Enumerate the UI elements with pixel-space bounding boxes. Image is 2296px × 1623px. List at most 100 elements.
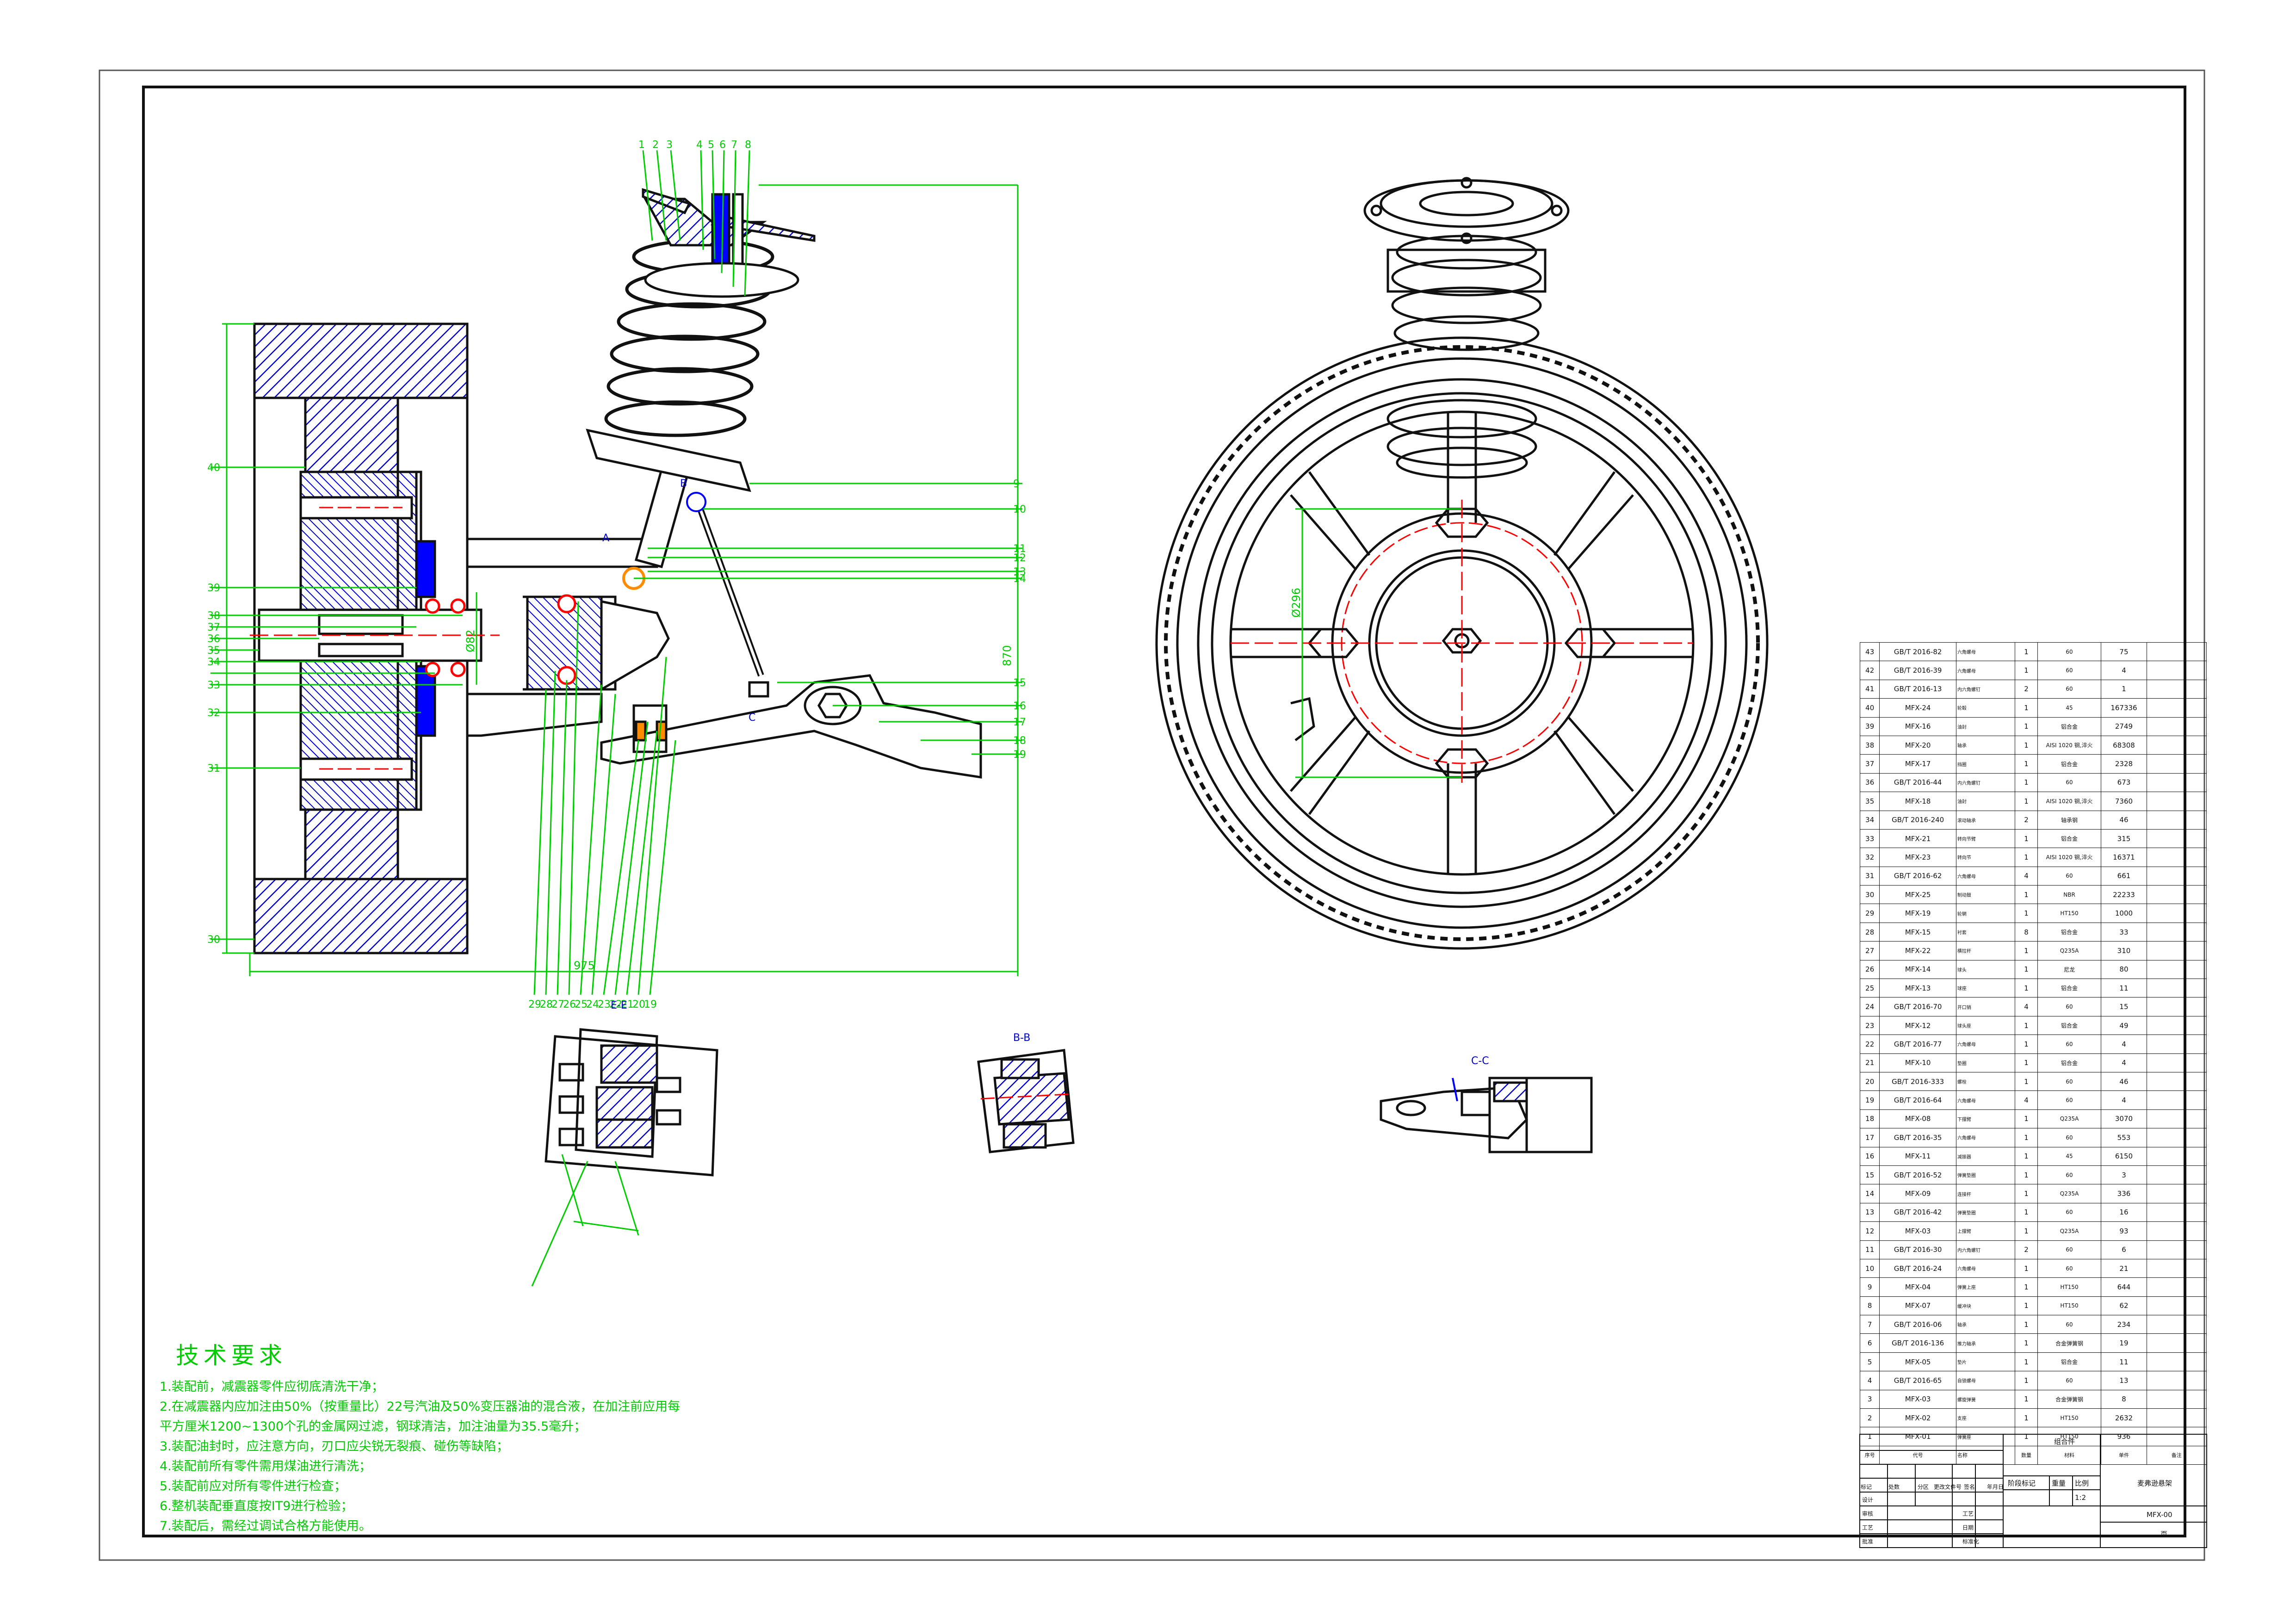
- bom-cell: 球头: [1956, 960, 2016, 979]
- detail-view-e: [545, 1028, 718, 1177]
- bom-cell: 3: [2101, 1165, 2147, 1185]
- balloon-5: 5: [708, 139, 714, 151]
- bom-cell: 1: [2015, 717, 2038, 736]
- bom-cell: 60: [2037, 1035, 2102, 1054]
- bom-cell: 1: [2015, 1053, 2038, 1072]
- bom-cell: 合金弹簧钢: [2037, 1333, 2102, 1353]
- bom-cell: 36: [1859, 773, 1880, 793]
- bom-cell: [2146, 1389, 2207, 1409]
- bom-cell: 铝合金: [2037, 979, 2102, 998]
- balloon-2: 2: [652, 139, 659, 151]
- bom-row: 8 MFX-07 缓冲块 1 HT150 62: [1859, 1296, 2207, 1316]
- bom-cell: MFX-04: [1879, 1277, 1956, 1297]
- bom-cell: [2146, 679, 2207, 699]
- bom-cell: 垫圈: [1956, 1053, 2016, 1072]
- bom-cell: 球座: [1956, 979, 2016, 998]
- bom-row: 25 MFX-13 球座 1 铝合金 11: [1859, 979, 2207, 998]
- bom-cell: GB/T 2016-13: [1879, 679, 1956, 699]
- bom-cell: 上摆臂: [1956, 1221, 2016, 1241]
- bom-cell: 垫片: [1956, 1352, 2016, 1372]
- bom-cell: 1: [2015, 735, 2038, 755]
- bom-cell: [2146, 904, 2207, 923]
- bom-cell: 尼龙: [2037, 960, 2102, 979]
- bom-cell: 六角螺母: [1956, 1035, 2016, 1054]
- bom-cell: 60: [2037, 1258, 2102, 1278]
- balloon-38: 38: [207, 610, 220, 622]
- dim-width: 975: [574, 959, 595, 972]
- bom-cell: 11: [1859, 1240, 1880, 1259]
- bom-cell: [2146, 717, 2207, 736]
- bom-cell: GB/T 2016-30: [1879, 1240, 1956, 1259]
- bom-cell: 336: [2101, 1184, 2147, 1203]
- tb-sheet: 页: [2160, 1530, 2168, 1538]
- bom-body: 43 GB/T 2016-82 六角螺母 1 60 75 42 GB/T 2016-39 六角螺…: [1859, 642, 2207, 1465]
- section-label-c: C-C: [1471, 1055, 1489, 1067]
- bom-row: 36 GB/T 2016-44 内六角螺钉 1 60 673: [1859, 773, 2207, 793]
- tb-process: 工艺: [1962, 1511, 1974, 1517]
- bom-cell: [2146, 661, 2207, 680]
- bom-cell: 4: [2101, 1090, 2147, 1110]
- bom-cell: 4: [2015, 1090, 2038, 1110]
- bom-row: 17 GB/T 2016-35 六角螺母 1 60 553: [1859, 1128, 2207, 1147]
- bom-cell: 60: [2037, 1128, 2102, 1147]
- bom-cell: [2146, 1035, 2207, 1054]
- balloon-8: 8: [745, 139, 751, 151]
- tb-row-date: 年月日: [1987, 1484, 2004, 1490]
- bom-cell: 9: [1859, 1277, 1880, 1297]
- bom-cell: 35: [1859, 792, 1880, 811]
- technical-requirements: 技术要求 1.装配前，减震器零件应彻底清洗干净； 2.在减震器内应加注由50%（…: [160, 1337, 761, 1536]
- bom-cell: 60: [2037, 1072, 2102, 1091]
- tech-note-6: 6.整机装配垂直度按IT9进行检验；: [160, 1499, 353, 1513]
- bom-cell: [2146, 1296, 2207, 1316]
- bom-cell: 20: [1859, 1072, 1880, 1091]
- bom-cell: [2146, 941, 2207, 960]
- bom-cell: 六角螺母: [1956, 661, 2016, 680]
- bom-cell: 15: [2101, 997, 2147, 1016]
- detail-e-dimension: [531, 1154, 639, 1287]
- bom-cell: GB/T 2016-240: [1879, 810, 1956, 830]
- bom-cell: 4: [2015, 866, 2038, 886]
- bom-row: 4 GB/T 2016-65 自锁螺母 1 60 13: [1859, 1371, 2207, 1390]
- bom-cell: 553: [2101, 1128, 2147, 1147]
- bom-cell: 310: [2101, 941, 2147, 960]
- bom-row: 12 MFX-03 上摆臂 1 Q235A 93: [1859, 1221, 2207, 1241]
- balloon-28: 28: [540, 999, 553, 1010]
- bom-cell: 油封: [1956, 792, 2016, 811]
- bom-row: 13 GB/T 2016-42 弹簧垫圈 1 60 16: [1859, 1202, 2207, 1222]
- tech-note-5: 5.装配前应对所有零件进行检查；: [160, 1479, 347, 1493]
- bom-cell: 5: [1859, 1352, 1880, 1372]
- bom-cell: Q235A: [2037, 1184, 2102, 1203]
- bom-cell: 缓冲块: [1956, 1296, 2016, 1316]
- bom-cell: [2146, 1258, 2207, 1278]
- section-label-b: B-B: [1013, 1032, 1030, 1044]
- bom-cell: 轴承钢: [2037, 810, 2102, 830]
- bom-cell: 93: [2101, 1221, 2147, 1241]
- bom-cell: GB/T 2016-39: [1879, 661, 1956, 680]
- balloon-36: 36: [207, 633, 220, 645]
- balloon-30: 30: [207, 934, 220, 946]
- bom-row: 28 MFX-15 衬套 8 铝合金 33: [1859, 922, 2207, 942]
- bom-row: 31 GB/T 2016-62 六角螺母 4 60 661: [1859, 866, 2207, 886]
- bom-cell: 轮毂: [1956, 698, 2016, 718]
- bom-row: 38 MFX-20 轴承 1 AISI 1020 钢,淬火 68308: [1859, 735, 2207, 755]
- tb-process-std: 标准化: [1962, 1538, 1980, 1545]
- bom-cell: 1: [2015, 1389, 2038, 1409]
- bom-cell: MFX-03: [1879, 1221, 1956, 1241]
- bom-cell: 1000: [2101, 904, 2147, 923]
- bom-cell: 11: [2101, 1352, 2147, 1372]
- bom-cell: [2146, 1016, 2207, 1035]
- detail-view-b: [977, 1049, 1075, 1153]
- balloon-24: 24: [586, 999, 599, 1010]
- balloons-bottom: 29 28 27 26 25 24 23 22 21 20 19: [528, 999, 657, 1010]
- bom-cell: 60: [2037, 661, 2102, 680]
- bom-cell: 23: [1859, 1016, 1880, 1035]
- dim-height: 870: [1001, 645, 1014, 666]
- strut-body: [634, 468, 689, 569]
- bom-cell: 1: [2015, 754, 2038, 774]
- bom-cell: GB/T 2016-333: [1879, 1072, 1956, 1091]
- balloon-9: 9: [1013, 478, 1020, 490]
- tech-note-4: 4.装配前所有零件需用煤油进行清洗；: [160, 1459, 371, 1474]
- bom-cell: 673: [2101, 773, 2147, 793]
- bom-cell: HT150: [2037, 1296, 2102, 1316]
- balloon-10: 10: [1013, 504, 1026, 515]
